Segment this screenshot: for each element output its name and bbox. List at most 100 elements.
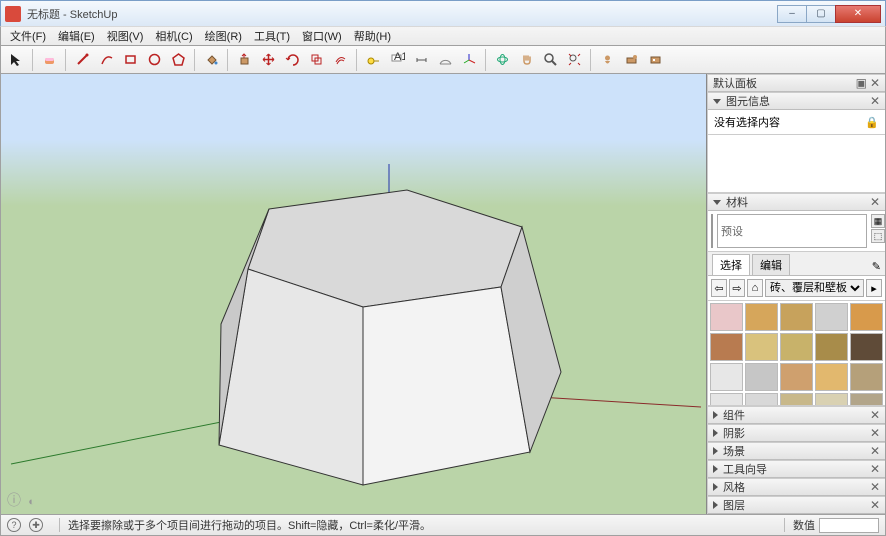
nav-fwd-icon[interactable]: ⇨	[729, 279, 745, 297]
eyedropper-icon[interactable]: ✎	[872, 260, 881, 273]
tray-header[interactable]: 默认面板 ▣ ✕	[708, 74, 885, 92]
sample-material-icon[interactable]: ⬚	[871, 229, 885, 243]
minimize-button[interactable]: –	[777, 5, 807, 23]
model-canvas	[1, 74, 707, 514]
panel-close-icon[interactable]: ✕	[870, 195, 880, 209]
tab-select[interactable]: 选择	[712, 254, 750, 275]
material-thumb[interactable]	[780, 363, 813, 391]
material-thumb[interactable]	[780, 393, 813, 406]
menu-camera[interactable]: 相机(C)	[149, 26, 198, 46]
materials-header[interactable]: 材料 ✕	[708, 193, 885, 211]
tool-walk[interactable]	[644, 49, 666, 71]
material-nav-row: ⇦ ⇨ ⌂ 砖、覆层和壁板 ▸	[708, 276, 885, 301]
3d-viewport[interactable]: ⓘ ◐	[1, 74, 707, 514]
instructor-header[interactable]: 工具向导✕	[708, 460, 885, 478]
tray-pin-icon[interactable]: ▣	[856, 76, 867, 90]
material-thumb[interactable]	[710, 333, 743, 361]
tool-select[interactable]	[5, 49, 27, 71]
tool-dimension[interactable]	[410, 49, 432, 71]
maximize-button[interactable]: ▢	[806, 5, 836, 23]
shadows-header[interactable]: 阴影✕	[708, 424, 885, 442]
material-thumb[interactable]	[850, 333, 883, 361]
tab-edit[interactable]: 编辑	[752, 254, 790, 275]
entity-info-empty	[708, 135, 885, 193]
material-thumb[interactable]	[815, 393, 848, 406]
tool-protractor[interactable]	[434, 49, 456, 71]
tool-paint-bucket[interactable]	[200, 49, 222, 71]
tool-zoom-extents[interactable]	[563, 49, 585, 71]
measurement-label: 数值	[793, 517, 815, 533]
material-thumb[interactable]	[815, 333, 848, 361]
tool-arc[interactable]	[95, 49, 117, 71]
material-thumb[interactable]	[710, 393, 743, 406]
material-thumb[interactable]	[815, 363, 848, 391]
tool-tape-measure[interactable]	[362, 49, 384, 71]
tool-circle[interactable]	[143, 49, 165, 71]
menu-help[interactable]: 帮助(H)	[348, 26, 397, 46]
tool-look-around[interactable]	[620, 49, 642, 71]
tool-scale[interactable]	[305, 49, 327, 71]
material-thumb[interactable]	[850, 303, 883, 331]
panel-close-icon[interactable]: ✕	[870, 94, 880, 108]
tool-rectangle[interactable]	[119, 49, 141, 71]
collapse-icon	[713, 99, 721, 104]
material-thumb[interactable]	[745, 393, 778, 406]
entity-info-header[interactable]: 图元信息 ✕	[708, 92, 885, 110]
help-icon[interactable]: ?	[7, 518, 21, 532]
app-icon	[5, 6, 21, 22]
material-thumb[interactable]	[710, 303, 743, 331]
styles-header[interactable]: 风格✕	[708, 478, 885, 496]
material-thumb[interactable]	[745, 333, 778, 361]
tool-push-pull[interactable]	[233, 49, 255, 71]
tool-zoom[interactable]	[539, 49, 561, 71]
window-title: 无标题 - SketchUp	[27, 6, 117, 22]
home-icon[interactable]: ⌂	[747, 279, 763, 297]
toolbar: A1	[0, 46, 886, 74]
menu-file[interactable]: 文件(F)	[4, 26, 52, 46]
menu-window[interactable]: 窗口(W)	[296, 26, 348, 46]
nav-back-icon[interactable]: ⇦	[711, 279, 727, 297]
tool-offset[interactable]	[329, 49, 351, 71]
lock-icon[interactable]: 🔒	[865, 116, 879, 129]
material-category-select[interactable]: 砖、覆层和壁板	[765, 279, 864, 297]
svg-text:A1: A1	[394, 52, 405, 63]
material-thumb[interactable]	[850, 393, 883, 406]
tool-orbit[interactable]	[491, 49, 513, 71]
material-thumb[interactable]	[815, 303, 848, 331]
menu-tools[interactable]: 工具(T)	[248, 26, 296, 46]
geo-icon[interactable]: ✚	[29, 518, 43, 532]
create-material-icon[interactable]: ▦	[871, 214, 885, 228]
menu-draw[interactable]: 绘图(R)	[199, 26, 248, 46]
material-thumb[interactable]	[745, 303, 778, 331]
tool-polygon[interactable]	[167, 49, 189, 71]
tool-line[interactable]	[71, 49, 93, 71]
material-thumb[interactable]	[710, 363, 743, 391]
measurement-input[interactable]	[819, 518, 879, 533]
components-header[interactable]: 组件✕	[708, 406, 885, 424]
tool-rotate[interactable]	[281, 49, 303, 71]
status-hint: 选择要擦除或于多个项目间进行拖动的项目。Shift=隐藏，Ctrl=柔化/平滑。	[68, 517, 431, 533]
layers-header[interactable]: 图层✕	[708, 496, 885, 514]
window-controls: – ▢ ✕	[778, 5, 881, 23]
material-thumb[interactable]	[745, 363, 778, 391]
tool-axes[interactable]	[458, 49, 480, 71]
collapse-icon	[713, 200, 721, 205]
scenes-header[interactable]: 场景✕	[708, 442, 885, 460]
menu-edit[interactable]: 编辑(E)	[52, 26, 101, 46]
tool-eraser[interactable]	[38, 49, 60, 71]
material-thumb[interactable]	[780, 303, 813, 331]
status-bar: ? ✚ 选择要擦除或于多个项目间进行拖动的项目。Shift=隐藏，Ctrl=柔化…	[0, 514, 886, 536]
tool-pan[interactable]	[515, 49, 537, 71]
current-material-swatch[interactable]	[711, 214, 713, 248]
tray-close-icon[interactable]: ✕	[870, 76, 880, 90]
tool-text[interactable]: A1	[386, 49, 408, 71]
side-tray: 默认面板 ▣ ✕ 图元信息 ✕ 没有选择内容 🔒 材料 ✕	[707, 74, 885, 514]
details-icon[interactable]: ▸	[866, 279, 882, 297]
menu-view[interactable]: 视图(V)	[101, 26, 150, 46]
material-thumb[interactable]	[780, 333, 813, 361]
material-thumb[interactable]	[850, 363, 883, 391]
tool-move[interactable]	[257, 49, 279, 71]
close-button[interactable]: ✕	[835, 5, 881, 23]
material-name-input[interactable]	[717, 214, 867, 248]
tool-position-camera[interactable]	[596, 49, 618, 71]
